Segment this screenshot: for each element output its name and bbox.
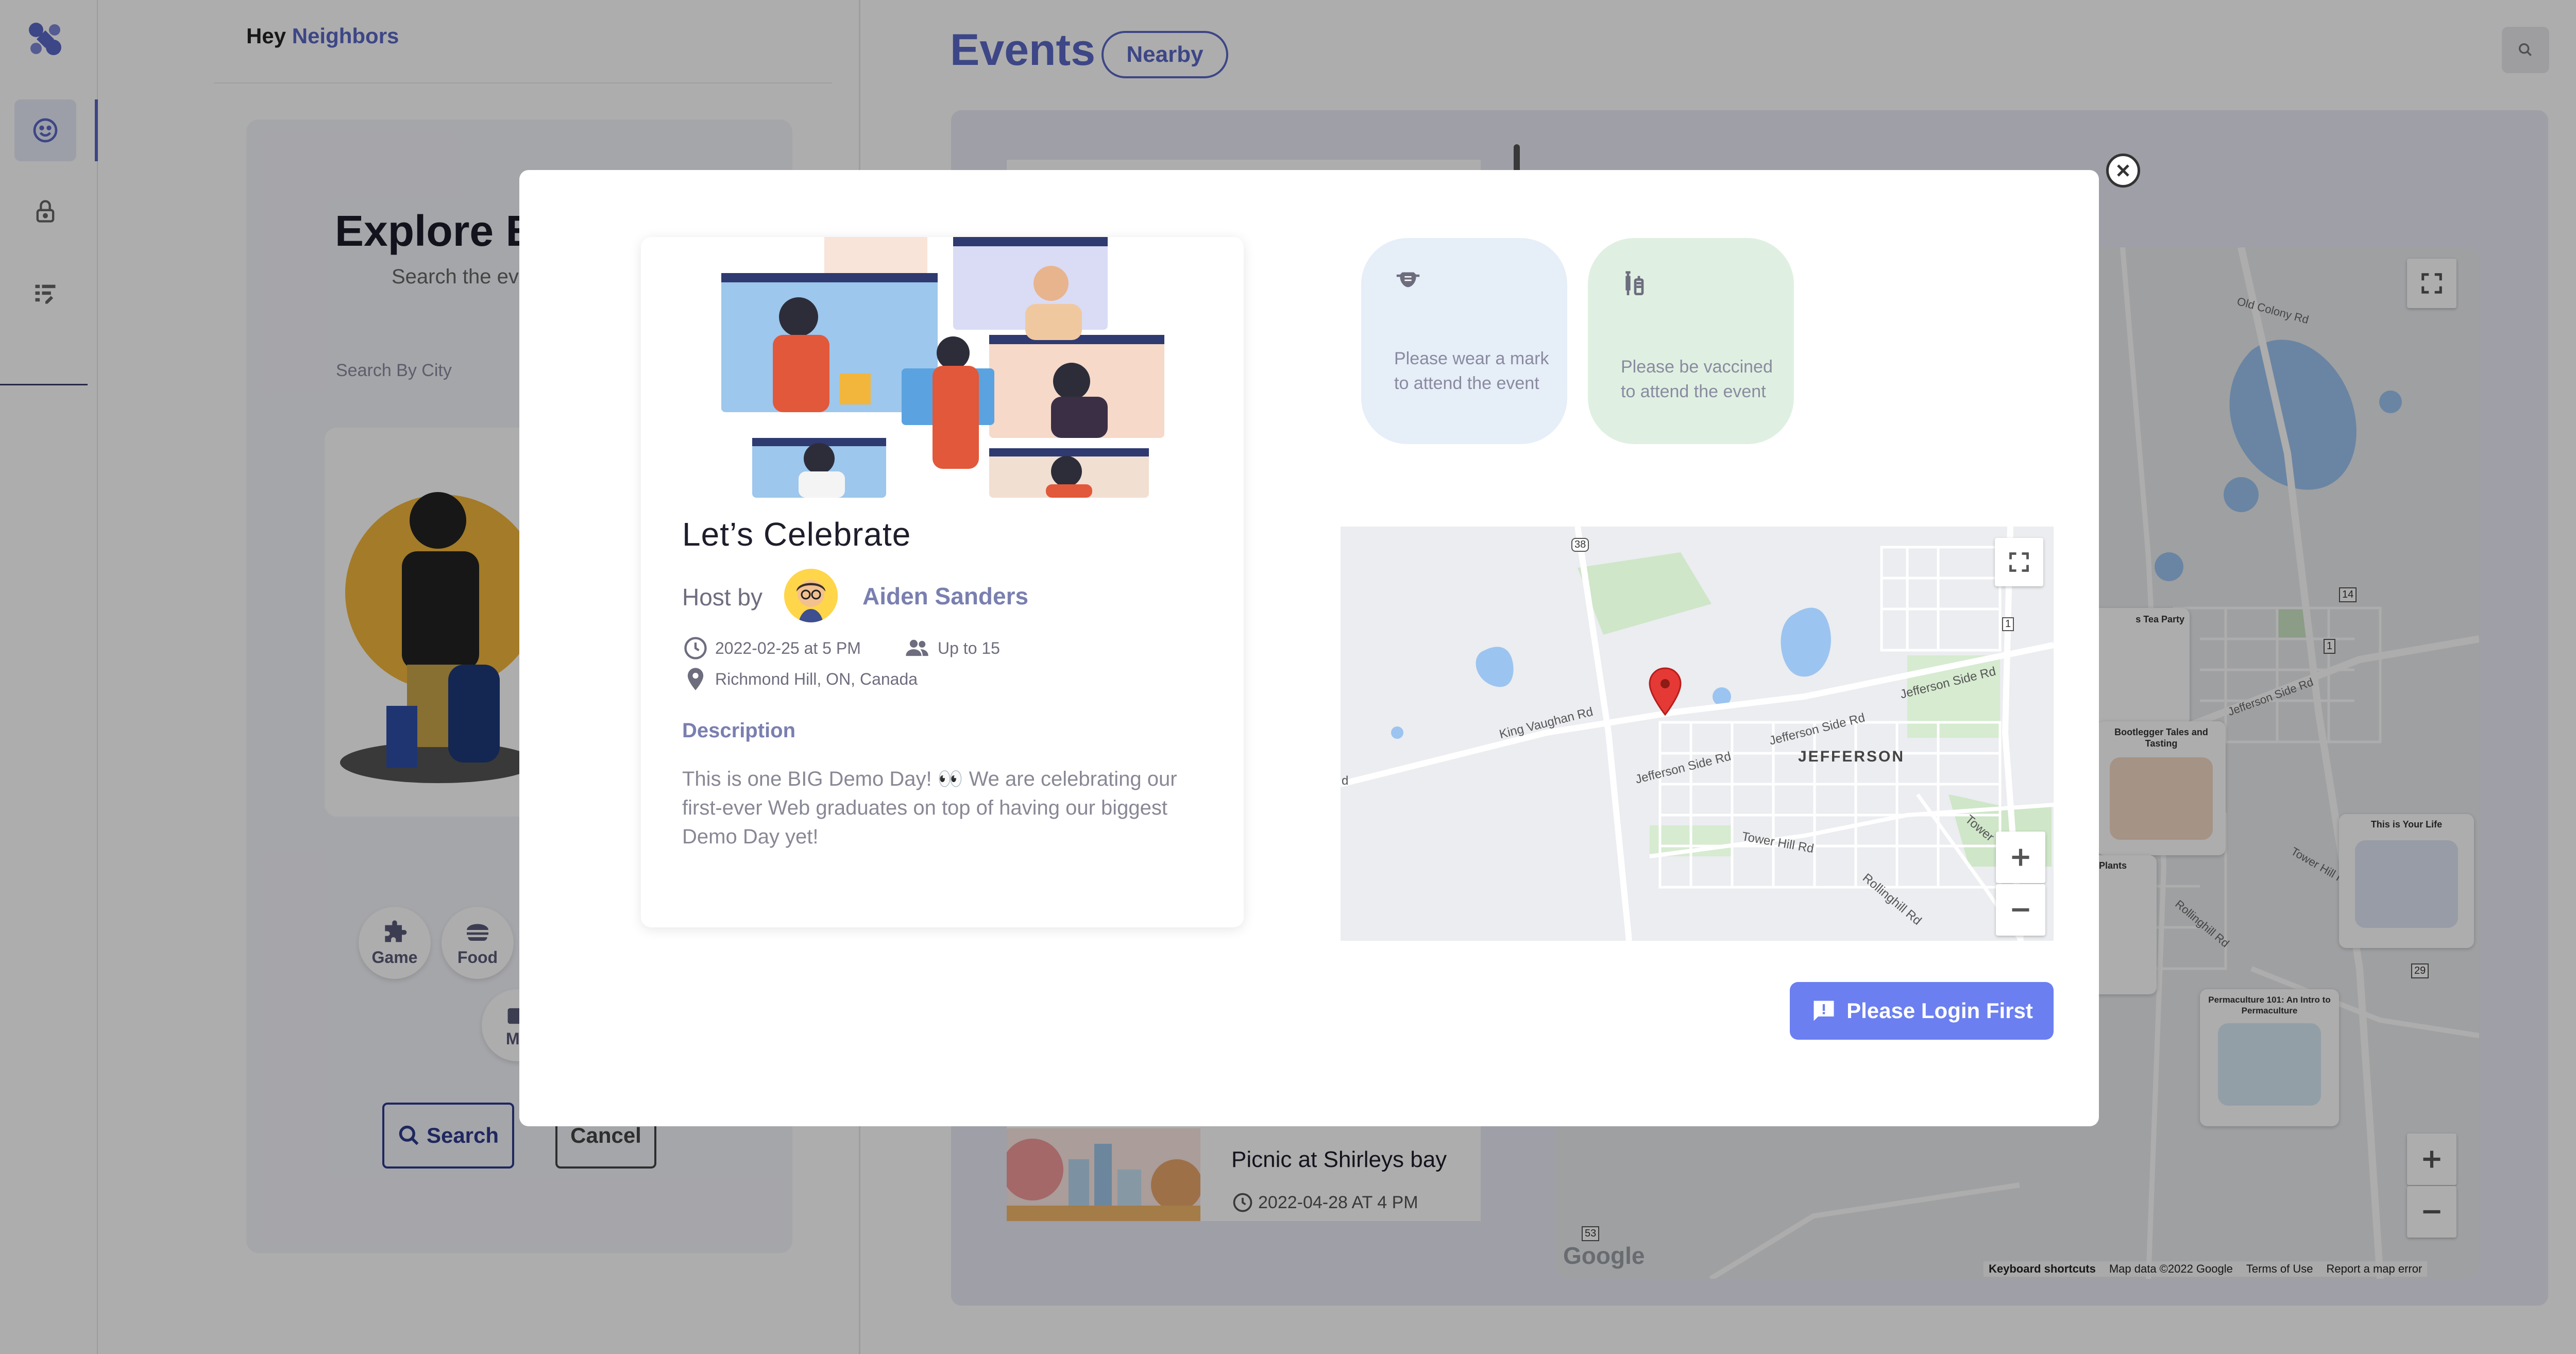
vaccine-icon [1625, 271, 1644, 295]
event-datetime-text: 2022-02-25 at 5 PM [715, 638, 861, 657]
plus-icon [2012, 849, 2029, 866]
event-location-map[interactable]: 38 1 King Vaughan Rd Jefferson Side Rd J… [1341, 527, 2054, 941]
event-map-zoom-in-button[interactable] [1996, 832, 2045, 883]
host-avatar-image [784, 569, 838, 622]
mask-rule-line2: to attend the event [1394, 374, 1539, 393]
location-pin-icon [687, 668, 704, 690]
fullscreen-icon [2009, 552, 2029, 572]
vaccine-rule-card: Please be vaccined to attend the event [1588, 238, 1794, 444]
event-datetime: 2022-02-25 at 5 PM [682, 635, 861, 662]
description-heading: Description [682, 719, 796, 742]
event-capacity-text: Up to 15 [938, 638, 1000, 657]
host-label: Host by [682, 584, 762, 611]
mask-icon [1396, 272, 1420, 287]
minus-icon [2012, 908, 2029, 912]
mask-rule-line1: Please wear a mark [1394, 349, 1549, 368]
event-map-zoom-out-button[interactable] [1996, 884, 2045, 936]
mask-rule-card: Please wear a mark to attend the event [1361, 238, 1567, 444]
vaccine-rule-line1: Please be vaccined [1621, 357, 1773, 377]
clock-icon [684, 637, 707, 659]
map-place-label: JEFFERSON [1798, 748, 1905, 765]
route-shield: 1 [2002, 617, 2014, 631]
close-icon [2117, 164, 2129, 177]
event-map-canvas [1341, 527, 2054, 941]
host-name[interactable]: Aiden Sanders [862, 582, 1028, 610]
event-description: This is one BIG Demo Day! 👀 We are celeb… [682, 768, 1177, 848]
event-map-fullscreen-button[interactable] [1995, 538, 2043, 586]
modal-close-button[interactable] [2106, 154, 2140, 188]
host-avatar[interactable] [784, 569, 838, 622]
event-location: Richmond Hill, ON, Canada [682, 666, 918, 692]
login-button-label: Please Login First [1846, 998, 2033, 1023]
event-title: Let’s Celebrate [682, 516, 911, 553]
chat-alert-icon [1814, 1001, 1834, 1021]
people-icon [906, 639, 928, 656]
map-road-label: d [1342, 774, 1349, 788]
event-hero-illustration [711, 237, 1170, 498]
event-capacity: Up to 15 [903, 635, 1000, 662]
vaccine-rule-line2: to attend the event [1621, 382, 1766, 401]
event-location-text: Richmond Hill, ON, Canada [715, 669, 918, 688]
login-button[interactable]: Please Login First [1790, 982, 2054, 1040]
route-shield: 38 [1571, 538, 1589, 552]
